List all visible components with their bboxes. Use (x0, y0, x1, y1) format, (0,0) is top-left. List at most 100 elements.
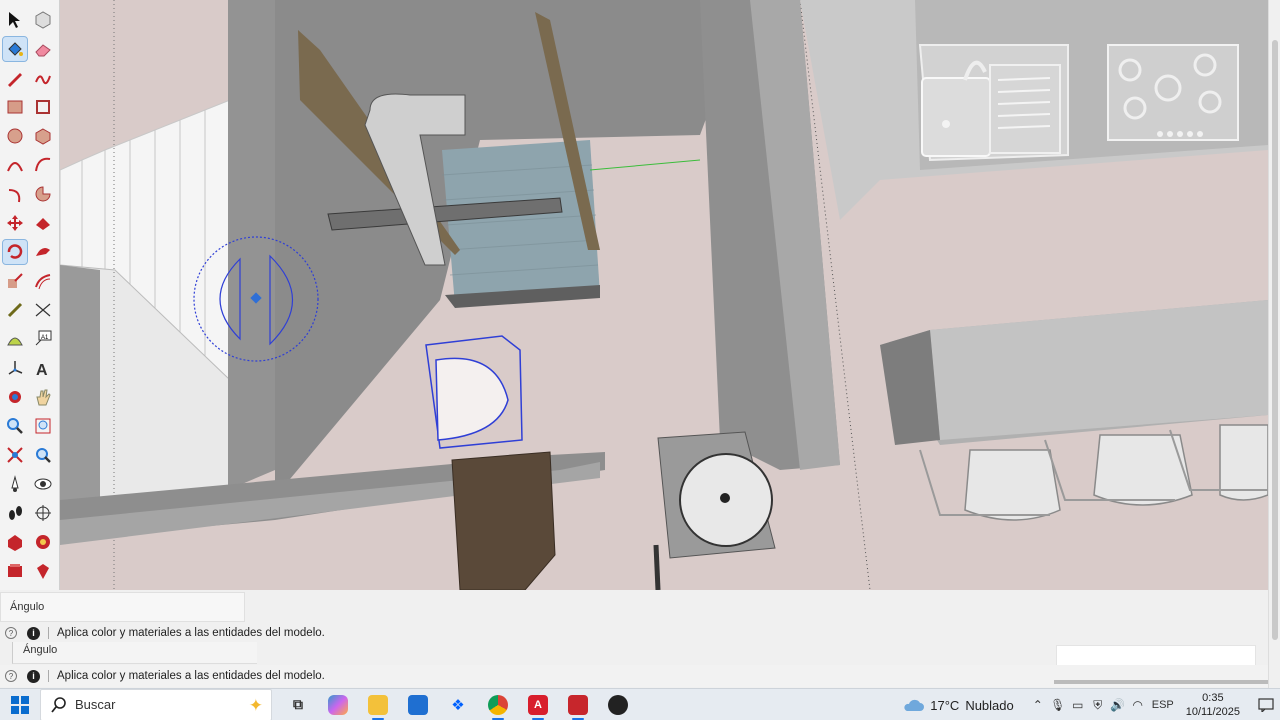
tool-eraser[interactable] (31, 37, 55, 61)
tool-scale[interactable] (3, 269, 27, 293)
clock[interactable]: 0:35 10/11/2025 (1186, 691, 1240, 719)
tool-arc2[interactable] (31, 153, 55, 177)
tool-zoom[interactable] (3, 414, 27, 438)
speaker-icon[interactable]: 🔊 (1108, 695, 1128, 715)
tool-tape[interactable] (3, 298, 27, 322)
status-message-2: Aplica color y materiales a las entidade… (57, 670, 325, 682)
freehand-icon (35, 75, 51, 85)
folder-icon (368, 694, 388, 715)
sketchup-window: A1 A Ángulo ? i Aplica color y materiale… (0, 0, 1280, 720)
zoom-icon (7, 418, 23, 434)
info-icon[interactable]: i (27, 626, 40, 640)
three-point-arc-icon (8, 189, 21, 203)
tool-3dtext[interactable]: A (31, 356, 55, 380)
text-tool-icon: A1 (35, 330, 52, 346)
extension-warehouse-icon (36, 535, 50, 549)
weather-widget[interactable]: 17°C Nublado (902, 697, 1014, 713)
clock-date: 10/11/2025 (1185, 706, 1240, 718)
windows-taskbar: Buscar ✦ ⧉ ❖ A 17°C Nublado ⌃ 🎙 ▭ ⛨ 🔊 ◠ ES… (0, 688, 1280, 720)
tool-layout[interactable] (3, 559, 27, 583)
taskbar-obs[interactable] (598, 689, 638, 720)
info-icon[interactable]: i (27, 669, 40, 683)
scroll-thumb[interactable] (1272, 40, 1278, 640)
follow-me-icon (36, 248, 50, 256)
tool-pushpull[interactable] (31, 211, 55, 235)
language-indicator[interactable]: ESP (1148, 695, 1178, 715)
tool-dimension[interactable] (31, 298, 55, 322)
security-shield-icon[interactable]: ⛨ (1088, 695, 1108, 715)
svg-text:A: A (36, 362, 48, 378)
search-box[interactable]: Buscar ✦ (40, 688, 272, 720)
tool-circle[interactable] (3, 124, 27, 148)
taskbar-autocad[interactable]: A (518, 689, 558, 720)
taskbar-store[interactable] (398, 689, 438, 720)
tool-ruby[interactable] (31, 559, 55, 583)
tool-zoomwindow[interactable] (31, 414, 55, 438)
3d-warehouse-icon (8, 535, 22, 551)
tool-previous[interactable] (31, 443, 55, 467)
tool-walk[interactable] (3, 501, 27, 525)
tool-section[interactable] (31, 501, 55, 525)
taskbar-chrome[interactable] (478, 689, 518, 720)
rotated-rectangle-icon (36, 100, 50, 114)
tool-component[interactable] (31, 8, 55, 32)
circle-icon (7, 128, 23, 144)
orbit-icon (9, 391, 21, 403)
taskbar-task-view[interactable]: ⧉ (278, 689, 318, 720)
tool-zoomextents[interactable] (3, 443, 27, 467)
geo-location-icon[interactable]: ? (5, 670, 17, 682)
make-component-icon (35, 11, 51, 29)
taskbar-file-explorer[interactable] (358, 689, 398, 720)
taskbar-dropbox[interactable]: ❖ (438, 689, 478, 720)
tool-protractor[interactable] (3, 327, 27, 351)
tool-pie[interactable] (31, 182, 55, 206)
weather-condition: Nublado (965, 697, 1014, 713)
taskbar-sketchup[interactable] (558, 689, 598, 720)
look-around-icon (34, 478, 52, 490)
wifi-icon[interactable]: ◠ (1128, 695, 1148, 715)
microphone-icon[interactable]: 🎙 (1048, 695, 1068, 715)
tape-measure-icon (7, 302, 23, 318)
tool-polygon[interactable] (31, 124, 55, 148)
measurement-label-2: Ángulo (23, 644, 58, 656)
eraser-icon (35, 44, 51, 57)
measurements-box[interactable]: Ángulo (0, 592, 245, 622)
tool-position-camera[interactable] (3, 472, 27, 496)
tool-line[interactable] (3, 66, 27, 90)
tool-text[interactable]: A1 (31, 327, 55, 351)
tool-lookaround[interactable] (31, 472, 55, 496)
line-pencil-icon (8, 73, 22, 87)
notifications-button[interactable] (1252, 698, 1280, 712)
model-viewport[interactable] (60, 0, 1268, 590)
tool-offset[interactable] (31, 269, 55, 293)
push-pull-icon (36, 218, 50, 230)
tool-arc3[interactable] (3, 182, 27, 206)
tool-rotate[interactable] (2, 239, 28, 265)
tool-pan[interactable] (31, 385, 55, 409)
chevron-up-icon[interactable]: ⌃ (1028, 695, 1048, 715)
tool-rectangle[interactable] (3, 95, 27, 119)
tool-paint[interactable] (2, 36, 28, 62)
task-view-icon: ⧉ (293, 696, 303, 712)
tool-orbit[interactable] (3, 385, 27, 409)
taskbar-copilot[interactable] (318, 689, 358, 720)
status-message: Aplica color y materiales a las entidade… (57, 627, 325, 639)
tool-warehouse[interactable] (3, 530, 27, 554)
tool-extension[interactable] (31, 530, 55, 554)
geo-location-icon[interactable]: ? (5, 627, 17, 639)
tool-rotated-rect[interactable] (31, 95, 55, 119)
tool-freehand[interactable] (31, 66, 55, 90)
tool-select[interactable] (3, 8, 27, 32)
select-arrow-icon (9, 12, 20, 28)
pie-icon (35, 186, 51, 202)
tool-move[interactable] (3, 211, 27, 235)
section-plane-icon (35, 505, 51, 521)
model-scene[interactable] (60, 0, 1268, 590)
tool-axes[interactable] (3, 356, 27, 380)
tool-followme[interactable] (31, 240, 55, 264)
start-button[interactable] (0, 689, 40, 720)
battery-icon[interactable]: ▭ (1068, 695, 1088, 715)
vertical-scrollbar[interactable] (1268, 0, 1280, 690)
tool-arc[interactable] (3, 153, 27, 177)
resize-grip[interactable] (1054, 680, 1268, 684)
